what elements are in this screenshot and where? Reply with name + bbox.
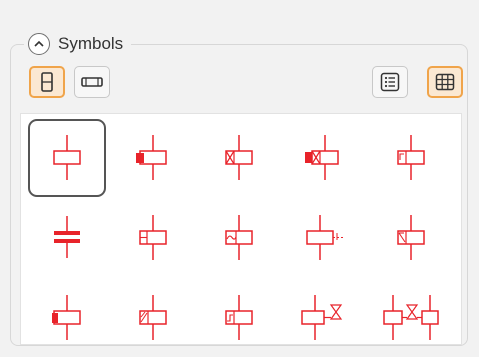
grid-icon <box>435 73 455 91</box>
symbol-coil-corner-cross-icon <box>397 215 425 260</box>
symbol-coil-step[interactable] <box>200 279 278 357</box>
grid-view-button[interactable] <box>427 66 463 98</box>
collapse-button[interactable] <box>28 33 50 55</box>
vertical-orientation-button[interactable] <box>29 66 65 98</box>
symbol-coil-solid-small[interactable] <box>28 279 106 357</box>
symbols-group-header: Symbols <box>24 29 132 59</box>
symbol-valve[interactable] <box>286 279 364 357</box>
vertical-symbol-icon <box>41 72 53 92</box>
symbol-coil-dashed-icon <box>306 215 345 260</box>
symbol-coil-valve-icon <box>383 295 439 340</box>
symbol-coil-corner-cross[interactable] <box>372 199 450 277</box>
symbol-coil-hatched-icon <box>139 295 167 340</box>
symbol-coil-cross[interactable] <box>200 119 278 197</box>
symbol-coil-valve[interactable] <box>372 279 450 357</box>
symbol-coil-corner-icon <box>397 135 425 180</box>
chevron-up-icon <box>34 40 44 47</box>
horizontal-symbol-icon <box>81 77 103 87</box>
symbol-coil-icon <box>53 135 81 180</box>
symbol-coil-left-box[interactable] <box>114 199 192 277</box>
list-icon <box>380 72 400 92</box>
symbol-valve-icon <box>301 295 343 340</box>
horizontal-orientation-button[interactable] <box>74 66 110 98</box>
symbol-coil-solid-marker[interactable] <box>114 119 192 197</box>
symbol-coil-solid-cross[interactable] <box>286 119 364 197</box>
symbol-panel[interactable] <box>20 113 462 345</box>
symbol-double-bar[interactable] <box>28 199 106 277</box>
symbol-coil-solid-marker-icon <box>136 135 167 180</box>
list-view-button[interactable] <box>372 66 408 98</box>
symbol-coil-solid-small-icon <box>52 295 81 340</box>
symbol-coil-step-icon <box>225 295 253 340</box>
symbol-coil[interactable] <box>28 119 106 197</box>
group-title: Symbols <box>58 34 124 53</box>
symbol-coil-left-box-icon <box>139 215 167 260</box>
symbol-coil-wave-icon <box>225 215 253 260</box>
symbol-coil-wave[interactable] <box>200 199 278 277</box>
symbol-coil-dashed[interactable] <box>286 199 364 277</box>
symbol-coil-hatched[interactable] <box>114 279 192 357</box>
symbol-double-bar-icon <box>54 216 80 258</box>
symbol-coil-solid-cross-icon <box>305 135 339 180</box>
symbol-coil-cross-icon <box>225 135 253 180</box>
symbol-coil-corner[interactable] <box>372 119 450 197</box>
